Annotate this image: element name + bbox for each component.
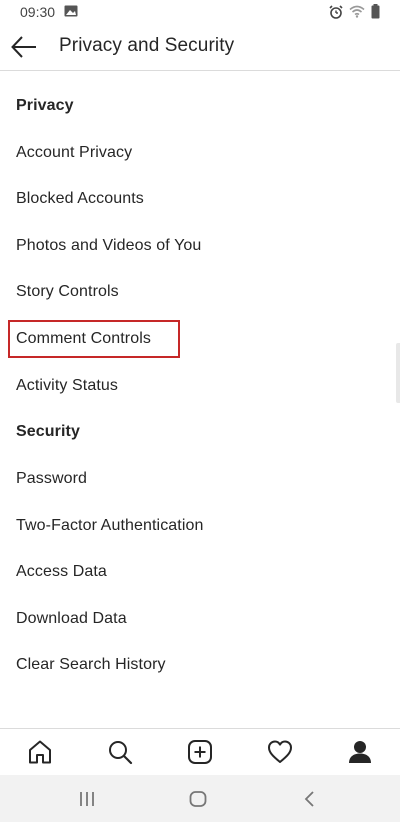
screen: 09:30 Privacy and Security Privacy Accou… (0, 0, 400, 822)
top-app-bar: Privacy and Security (0, 24, 400, 71)
list-item-clear-search-history[interactable]: Clear Search History (16, 656, 166, 674)
highlight-box (8, 320, 180, 358)
battery-icon (371, 4, 380, 19)
arrow-left-icon[interactable] (10, 34, 38, 60)
list-item-account-privacy[interactable]: Account Privacy (16, 144, 132, 162)
list-item-two-factor-authentication[interactable]: Two-Factor Authentication (16, 517, 203, 535)
status-time: 09:30 (20, 4, 56, 20)
wifi-icon (349, 5, 365, 18)
status-bar: 09:30 (0, 0, 400, 24)
list-item-blocked-accounts[interactable]: Blocked Accounts (16, 190, 144, 208)
home-icon[interactable] (27, 739, 53, 765)
system-nav-bar (0, 775, 400, 822)
list-item-photos-and-videos[interactable]: Photos and Videos of You (16, 237, 201, 255)
page-title: Privacy and Security (59, 35, 235, 56)
status-icons (329, 4, 380, 19)
list-item-activity-status[interactable]: Activity Status (16, 377, 118, 395)
gallery-icon (64, 5, 78, 17)
list-item-story-controls[interactable]: Story Controls (16, 283, 119, 301)
section-heading-security: Security (16, 423, 80, 440)
search-icon[interactable] (107, 739, 133, 765)
scroll-indicator[interactable] (396, 343, 400, 403)
recents-icon[interactable] (76, 788, 98, 810)
section-heading-privacy: Privacy (16, 97, 74, 114)
alarm-icon (329, 4, 343, 19)
activity-heart-icon[interactable] (267, 739, 293, 765)
home-circle-icon[interactable] (187, 788, 209, 810)
profile-icon[interactable] (347, 739, 373, 765)
new-post-icon[interactable] (187, 739, 213, 765)
back-chevron-icon[interactable] (299, 788, 321, 810)
list-item-download-data[interactable]: Download Data (16, 610, 127, 628)
bottom-tab-bar (0, 728, 400, 775)
list-item-access-data[interactable]: Access Data (16, 563, 107, 581)
list-item-password[interactable]: Password (16, 470, 87, 488)
